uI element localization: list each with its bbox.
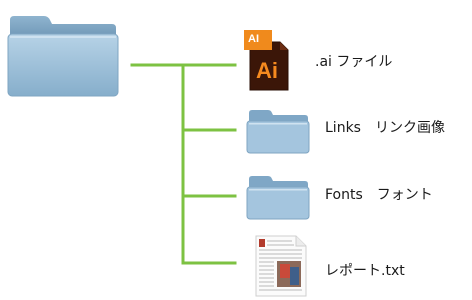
- ai-logo-text: Ai: [256, 58, 278, 83]
- links-folder-icon[interactable]: [246, 108, 310, 154]
- tree-connector: [0, 0, 472, 300]
- ai-badge-text: AI: [248, 33, 259, 45]
- item-label-txt: レポート.txt: [325, 263, 405, 279]
- item-label-links: Links リンク画像: [325, 120, 445, 136]
- item-label-fonts: Fonts フォント: [325, 187, 433, 203]
- fonts-folder-icon[interactable]: [246, 174, 310, 220]
- item-label-ai-file: .ai ファイル: [315, 54, 393, 70]
- illustrator-file-icon[interactable]: AI Ai: [244, 28, 290, 92]
- text-document-icon[interactable]: [254, 234, 308, 298]
